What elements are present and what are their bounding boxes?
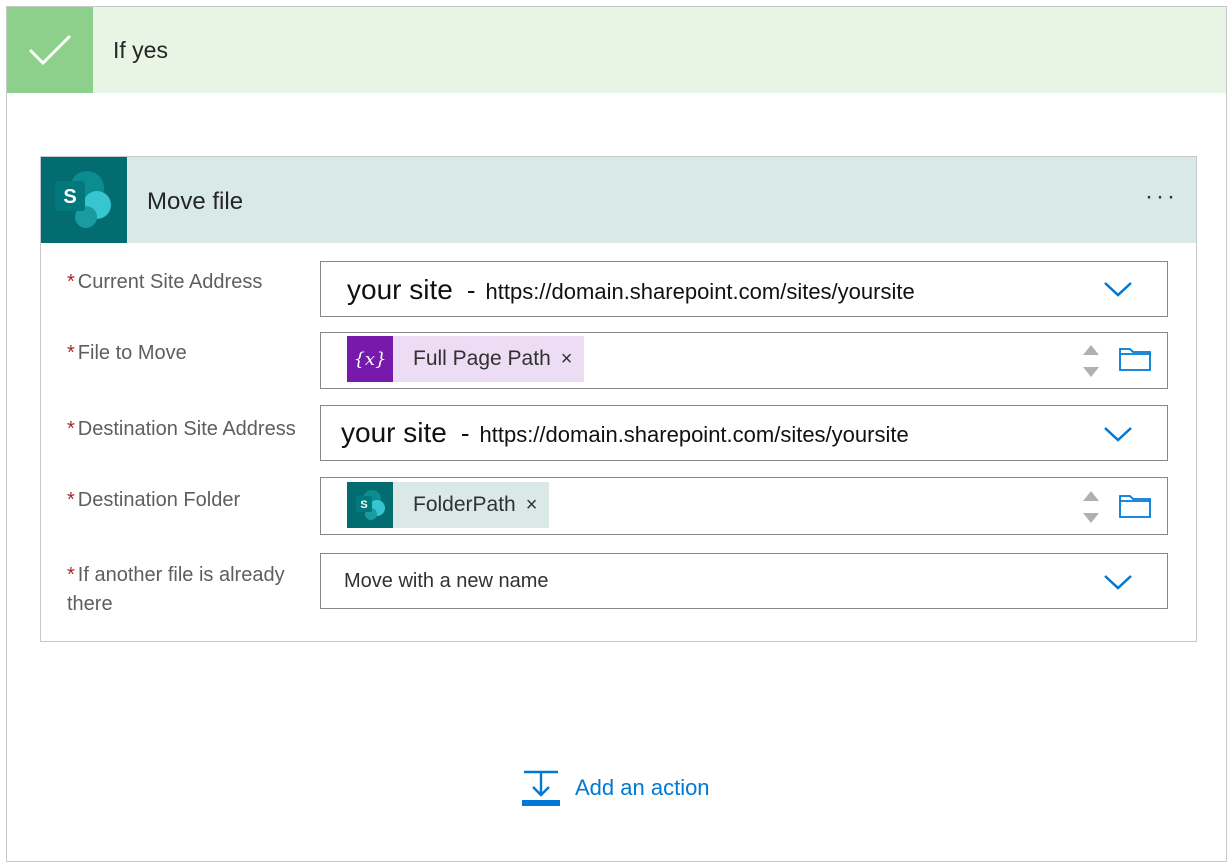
if-exists-label-text: If another file is already there xyxy=(67,564,285,615)
remove-token-button[interactable]: × xyxy=(561,348,585,371)
condition-branch-yes: If yes S Move file ··· *Current Site Add… xyxy=(6,6,1227,862)
move-file-action-card: S Move file ··· *Current Site Address yo… xyxy=(40,156,1197,642)
sharepoint-letter: S xyxy=(360,499,367,511)
folder-browse-icon[interactable] xyxy=(1119,345,1151,371)
if-exists-label: *If another file is already there xyxy=(67,561,302,619)
file-to-move-label: *File to Move xyxy=(67,339,302,368)
current-site-url: https://domain.sharepoint.com/sites/your… xyxy=(486,279,915,304)
dest-site-name: your site xyxy=(341,417,447,448)
dest-site-label-text: Destination Site Address xyxy=(78,418,296,440)
folder-browse-icon[interactable] xyxy=(1119,492,1151,518)
add-action-icon xyxy=(521,768,561,808)
add-an-action-label: Add an action xyxy=(575,775,710,801)
stepper-arrows-icon[interactable] xyxy=(1081,487,1101,527)
card-title: Move file xyxy=(147,188,243,216)
required-marker: * xyxy=(67,418,75,440)
branch-header[interactable]: If yes xyxy=(7,7,1226,93)
current-site-dropdown[interactable]: your site-https://domain.sharepoint.com/… xyxy=(320,261,1168,317)
sharepoint-icon: S xyxy=(41,157,127,243)
required-marker: * xyxy=(67,489,75,511)
variable-icon: {x} xyxy=(347,336,393,382)
dest-site-label: *Destination Site Address xyxy=(67,415,302,444)
more-options-button[interactable]: ··· xyxy=(1145,183,1178,211)
token-label: FolderPath xyxy=(393,493,526,517)
stepper-arrows-icon[interactable] xyxy=(1081,341,1101,381)
dest-site-url: https://domain.sharepoint.com/sites/your… xyxy=(480,422,909,447)
card-header[interactable]: S Move file ··· xyxy=(41,157,1196,243)
required-marker: * xyxy=(67,271,75,293)
dest-folder-label-text: Destination Folder xyxy=(78,489,240,511)
dest-site-separator: - xyxy=(461,418,470,448)
folderpath-token[interactable]: S FolderPath × xyxy=(347,482,549,528)
add-an-action-button[interactable]: Add an action xyxy=(521,768,710,808)
if-exists-value: Move with a new name xyxy=(344,570,549,593)
variable-icon-text: {x} xyxy=(353,349,386,370)
full-page-path-token[interactable]: {x} Full Page Path × xyxy=(347,336,584,382)
remove-token-button[interactable]: × xyxy=(526,494,550,517)
chevron-down-icon[interactable] xyxy=(1103,280,1133,298)
file-to-move-input[interactable]: {x} Full Page Path × xyxy=(320,332,1168,389)
token-label: Full Page Path xyxy=(393,347,561,371)
sharepoint-letter: S xyxy=(63,186,76,208)
chevron-down-icon[interactable] xyxy=(1103,573,1133,591)
sharepoint-icon: S xyxy=(347,482,393,528)
current-site-name: your site xyxy=(347,274,453,305)
required-marker: * xyxy=(67,564,75,586)
chevron-down-icon[interactable] xyxy=(1103,425,1133,443)
current-site-label: *Current Site Address xyxy=(67,268,302,297)
dest-site-dropdown[interactable]: your site-https://domain.sharepoint.com/… xyxy=(320,405,1168,461)
dest-folder-input[interactable]: S FolderPath × xyxy=(320,477,1168,535)
current-site-label-text: Current Site Address xyxy=(78,271,263,293)
dest-folder-label: *Destination Folder xyxy=(67,486,302,515)
required-marker: * xyxy=(67,342,75,364)
if-exists-dropdown[interactable]: Move with a new name xyxy=(320,553,1168,609)
current-site-separator: - xyxy=(467,275,476,305)
branch-title: If yes xyxy=(113,37,168,64)
checkmark-icon xyxy=(7,7,93,93)
file-to-move-label-text: File to Move xyxy=(78,342,187,364)
